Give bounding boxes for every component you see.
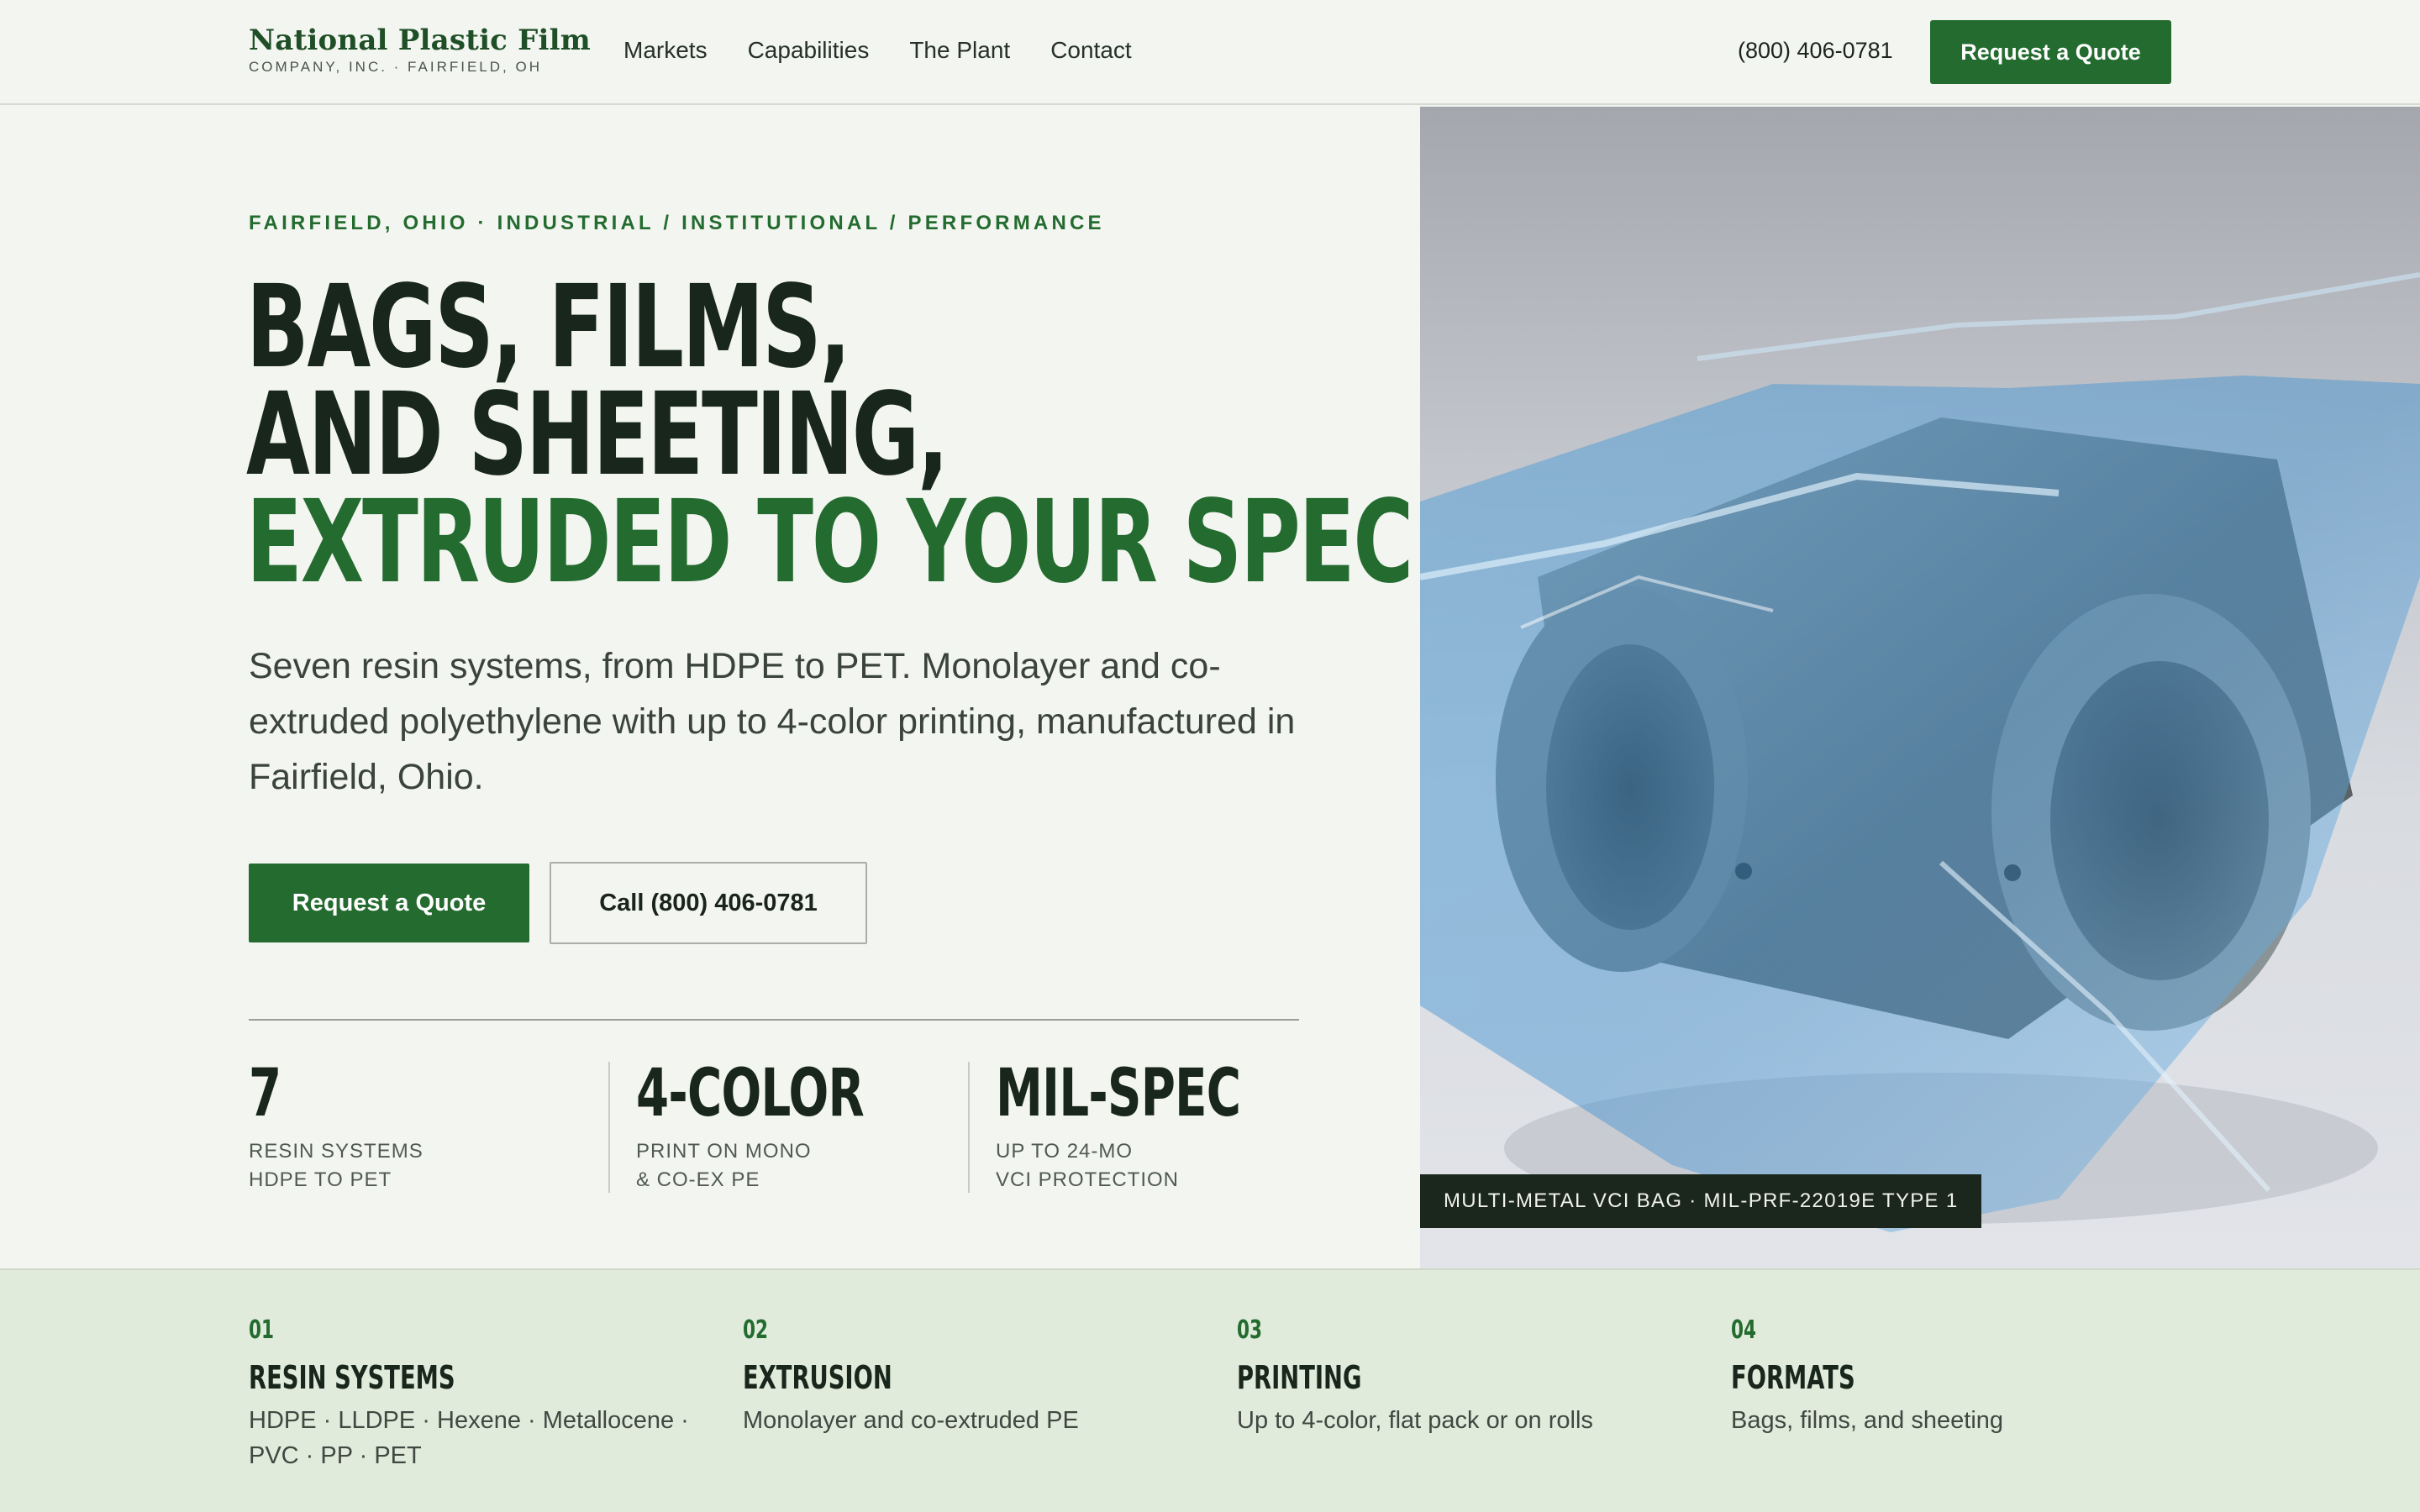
vci-bag-illustration bbox=[1420, 272, 2420, 1232]
feature-formats: 04 FORMATS Bags, films, and sheeting bbox=[1731, 1315, 2202, 1438]
header-request-quote-button[interactable]: Request a Quote bbox=[1930, 20, 2171, 84]
stat-value: MIL-SPEC bbox=[996, 1056, 1241, 1131]
feature-title: PRINTING bbox=[1237, 1359, 1362, 1396]
hero-headline: BAGS, FILMS, AND SHEETING, EXTRUDED TO Y… bbox=[246, 261, 1443, 609]
brand-subtitle: COMPANY, INC. · FAIRFIELD, OH bbox=[249, 59, 542, 75]
feature-number: 02 bbox=[743, 1315, 769, 1345]
feature-number: 01 bbox=[249, 1315, 275, 1345]
site-header: National Plastic Film COMPANY, INC. · FA… bbox=[0, 0, 2420, 105]
headline-line-2: AND SHEETING, bbox=[246, 369, 949, 501]
feature-title: RESIN SYSTEMS bbox=[249, 1359, 455, 1396]
nav-link-capabilities[interactable]: Capabilities bbox=[748, 35, 870, 66]
brand-logo[interactable]: National Plastic Film COMPANY, INC. · FA… bbox=[249, 24, 591, 76]
nav-link-markets[interactable]: Markets bbox=[623, 35, 708, 66]
headline-line-1: BAGS, FILMS, bbox=[246, 261, 851, 394]
nav-link-the-plant[interactable]: The Plant bbox=[909, 35, 1010, 66]
feature-printing: 03 PRINTING Up to 4-color, flat pack or … bbox=[1237, 1315, 1707, 1438]
main-nav: Markets Capabilities The Plant Contact bbox=[623, 35, 1132, 66]
stat-label-line-2: HDPE TO PET bbox=[249, 1168, 392, 1191]
feature-resin-systems: 01 RESIN SYSTEMS HDPE · LLDPE · Hexene ·… bbox=[249, 1315, 719, 1473]
stat-label-line-1: PRINT ON MONO bbox=[636, 1140, 812, 1163]
brand-name: National Plastic Film bbox=[249, 24, 591, 57]
stat-four-color: 4-COLOR PRINT ON MONO & CO-EX PE bbox=[636, 1060, 953, 1194]
hero-lede: Seven resin systems, from HDPE to PET. M… bbox=[249, 646, 1296, 797]
nav-link-contact[interactable]: Contact bbox=[1050, 35, 1132, 66]
stat-value: 7 bbox=[249, 1056, 281, 1131]
stat-divider bbox=[608, 1062, 610, 1193]
feature-description: Bags, films, and sheeting bbox=[1731, 1407, 2004, 1434]
feature-number: 03 bbox=[1237, 1315, 1263, 1345]
feature-description: Up to 4-color, flat pack or on rolls bbox=[1237, 1407, 1593, 1434]
headline-line-3: EXTRUDED TO YOUR SPEC. bbox=[246, 476, 1443, 609]
stat-label-line-2: & CO-EX PE bbox=[636, 1168, 760, 1191]
feature-number: 04 bbox=[1731, 1315, 1757, 1345]
hero-request-quote-button[interactable]: Request a Quote bbox=[249, 864, 529, 942]
stat-resin-systems: 7 RESIN SYSTEMS HDPE TO PET bbox=[249, 1060, 424, 1194]
image-caption: MULTI-METAL VCI BAG · MIL-PRF-22019E TYP… bbox=[1420, 1174, 1982, 1228]
stat-value: 4-COLOR bbox=[636, 1056, 865, 1131]
feature-description: Monolayer and co-extruded PE bbox=[743, 1407, 1079, 1434]
feature-title: EXTRUSION bbox=[743, 1359, 892, 1396]
stat-mil-spec: MIL-SPEC UP TO 24-MO VCI PROTECTION bbox=[996, 1060, 1336, 1194]
hero-call-button[interactable]: Call (800) 406-0781 bbox=[550, 862, 867, 944]
stats-divider-rule bbox=[249, 1019, 1299, 1021]
feature-extrusion: 02 EXTRUSION Monolayer and co-extruded P… bbox=[743, 1315, 1213, 1438]
stat-label-line-2: VCI PROTECTION bbox=[996, 1168, 1180, 1191]
stat-label-line-1: UP TO 24-MO bbox=[996, 1140, 1134, 1163]
header-phone-link[interactable]: (800) 406-0781 bbox=[1738, 35, 1893, 66]
stat-label-line-1: RESIN SYSTEMS bbox=[249, 1140, 424, 1163]
hero-eyebrow: FAIRFIELD, OHIO · INDUSTRIAL / INSTITUTI… bbox=[249, 212, 1105, 234]
stat-divider bbox=[968, 1062, 970, 1193]
feature-description: HDPE · LLDPE · Hexene · Metallocene · PV… bbox=[249, 1407, 689, 1469]
feature-title: FORMATS bbox=[1731, 1359, 1855, 1396]
hero-product-image bbox=[1420, 107, 2420, 1268]
